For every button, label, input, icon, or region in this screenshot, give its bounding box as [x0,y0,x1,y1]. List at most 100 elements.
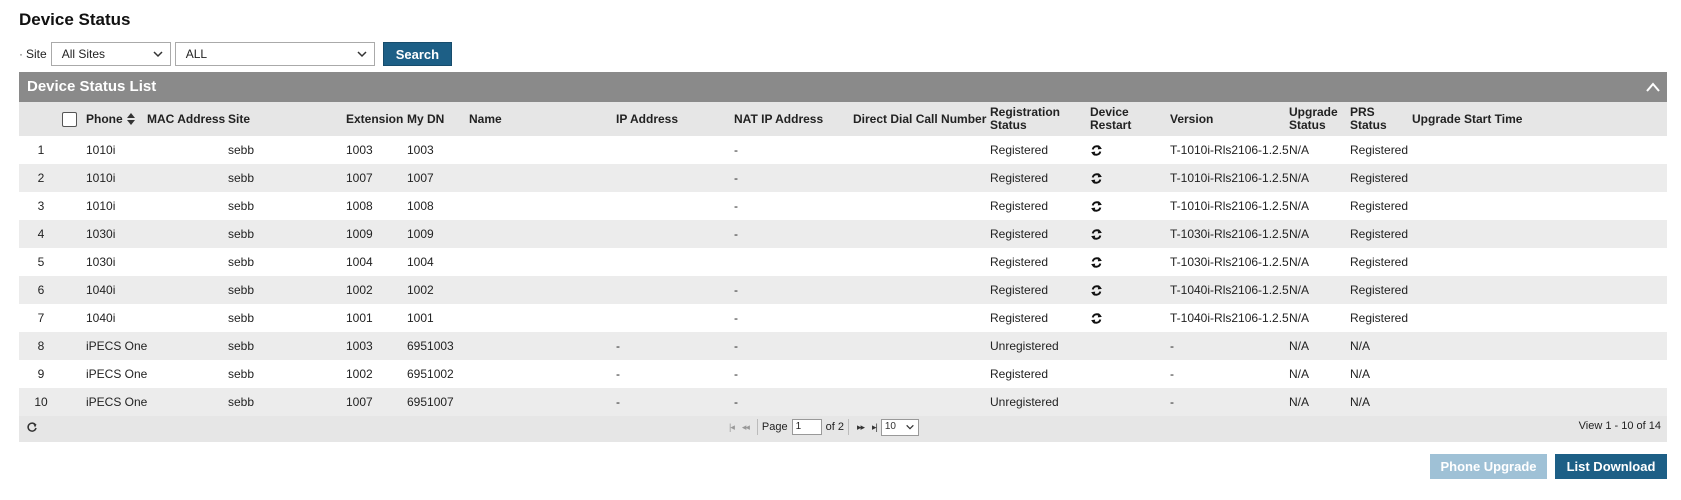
site-select-value: All Sites [61,47,106,61]
cell-my-dn: 6951003 [407,339,454,353]
cell-prs-status: N/A [1350,367,1371,381]
table-row[interactable]: 3 1010i sebb 1008 1008 - Registered T-1010i-Rls… [19,192,1667,220]
rows-per-page-select[interactable]: 10 [880,418,919,436]
cell-registration-status: Unregistered [990,339,1059,353]
refresh-icon[interactable] [1090,284,1103,297]
cell-ip-address: - [616,367,620,381]
cell-registration-status: Registered [990,143,1049,157]
page-input[interactable]: 1 [791,419,822,435]
next-page-icon[interactable]: ▸▸ [857,422,865,433]
cell-prs-status: Registered [1350,311,1409,325]
device-status-grid: Device Status List Phone MAC Address Sit… [19,72,1667,442]
col-registration-status[interactable]: Registration Status [990,102,1070,136]
cell-upgrade-status: N/A [1289,143,1310,157]
cell-my-dn: 1008 [407,199,434,213]
col-direct-dial[interactable]: Direct Dial Call Number [853,102,986,136]
scope-select[interactable]: ALL [174,42,375,66]
col-upgrade-status[interactable]: Upgrade Status [1289,102,1344,136]
select-all-cell [62,102,77,136]
site-label: Site [26,47,47,61]
cell-extension: 1009 [346,227,373,241]
cell-site: sebb [228,199,255,213]
cell-ip-address: - [616,339,620,353]
col-device-restart[interactable]: Device Restart [1090,102,1140,136]
page-title: Device Status [19,10,131,29]
cell-my-dn: 1007 [407,171,434,185]
first-page-icon[interactable]: |◂ [729,422,735,433]
col-prs-status[interactable]: PRS Status [1350,102,1395,136]
cell-nat-ip: - [734,367,738,381]
site-select[interactable]: All Sites [50,42,171,66]
cell-phone: 1010i [86,199,116,213]
table-row[interactable]: 5 1030i sebb 1004 1004 Registered T-1030i-Rls2… [19,248,1667,276]
refresh-icon[interactable] [26,421,38,433]
last-page-icon[interactable]: ▸| [872,422,878,433]
rows-per-page-value: 10 [884,420,896,432]
col-version[interactable]: Version [1170,102,1213,136]
cell-nat-ip: - [734,171,738,185]
col-ip[interactable]: IP Address [616,102,678,136]
table-body: 1 1010i sebb 1003 1003 - Registered T-1010i-Rls… [19,136,1667,416]
table-row[interactable]: 1 1010i sebb 1003 1003 - Registered T-1010i-Rls… [19,136,1667,164]
cell-registration-status: Registered [990,283,1049,297]
cell-upgrade-status: N/A [1289,227,1310,241]
table-row[interactable]: 7 1040i sebb 1001 1001 - Registered T-1040i-Rls… [19,304,1667,332]
cell-my-dn: 1004 [407,255,434,269]
row-number: 7 [37,311,45,325]
refresh-icon[interactable] [1090,200,1103,213]
cell-prs-status: Registered [1350,199,1409,213]
table-row[interactable]: 10 iPECS One sebb 1007 6951007 - - Unregistered… [19,388,1667,416]
cell-site: sebb [228,171,255,185]
cell-nat-ip: - [734,143,738,157]
cell-site: sebb [228,339,255,353]
cell-extension: 1007 [346,171,373,185]
cell-phone: iPECS One [86,339,148,353]
refresh-icon[interactable] [1090,256,1103,269]
search-button[interactable]: Search [382,42,453,66]
refresh-icon[interactable] [1090,172,1103,185]
cell-upgrade-status: N/A [1289,311,1310,325]
cell-upgrade-status: N/A [1289,395,1310,409]
row-number: 6 [37,283,45,297]
refresh-icon[interactable] [1090,144,1103,157]
table-row[interactable]: 4 1030i sebb 1009 1009 - Registered T-1030i-Rls… [19,220,1667,248]
cell-phone: 1010i [86,143,116,157]
table-header: Phone MAC Address Site Extension My DN N… [19,102,1667,136]
col-nat-ip[interactable]: NAT IP Address [734,102,823,136]
col-phone-label: Phone [86,111,123,126]
list-download-button[interactable]: List Download [1555,454,1667,479]
cell-phone: iPECS One [86,367,148,381]
col-upgrade-start-time[interactable]: Upgrade Start Time [1412,102,1522,136]
cell-version: T-1010i-Rls2106-1.2.5 [1170,199,1289,213]
col-name[interactable]: Name [469,102,502,136]
cell-registration-status: Unregistered [990,395,1059,409]
bullet: · [19,47,23,61]
cell-extension: 1007 [346,395,373,409]
col-phone[interactable]: Phone [86,102,136,136]
phone-upgrade-button[interactable]: Phone Upgrade [1430,454,1547,479]
col-mac[interactable]: MAC Address [147,102,225,136]
refresh-icon[interactable] [1090,312,1103,325]
cell-prs-status: Registered [1350,143,1409,157]
cell-version: T-1030i-Rls2106-1.2.5 [1170,255,1289,269]
pager-controls: |◂ ◂◂ Page 1 of 2 ▸▸ ▸| 10 [725,417,919,437]
table-row[interactable]: 8 iPECS One sebb 1003 6951003 - - Unregistered -… [19,332,1667,360]
refresh-icon[interactable] [1090,228,1103,241]
col-my-dn[interactable]: My DN [407,102,444,136]
cell-prs-status: Registered [1350,227,1409,241]
col-site[interactable]: Site [228,102,250,136]
table-row[interactable]: 2 1010i sebb 1007 1007 - Registered T-1010i-Rls… [19,164,1667,192]
table-row[interactable]: 6 1040i sebb 1002 1002 - Registered T-1040i-Rls… [19,276,1667,304]
prev-page-icon[interactable]: ◂◂ [742,422,750,433]
cell-nat-ip: - [734,339,738,353]
table-row[interactable]: 9 iPECS One sebb 1002 6951002 - - Registered - N/… [19,360,1667,388]
row-number: 9 [37,367,45,381]
select-all-checkbox[interactable] [62,111,77,127]
view-info: View 1 - 10 of 14 [1578,420,1661,432]
cell-phone: 1030i [86,255,116,269]
cell-site: sebb [228,311,255,325]
row-number: 8 [37,339,45,353]
chevron-up-icon[interactable] [1645,80,1661,94]
col-extension[interactable]: Extension [346,102,403,136]
cell-upgrade-status: N/A [1289,255,1310,269]
